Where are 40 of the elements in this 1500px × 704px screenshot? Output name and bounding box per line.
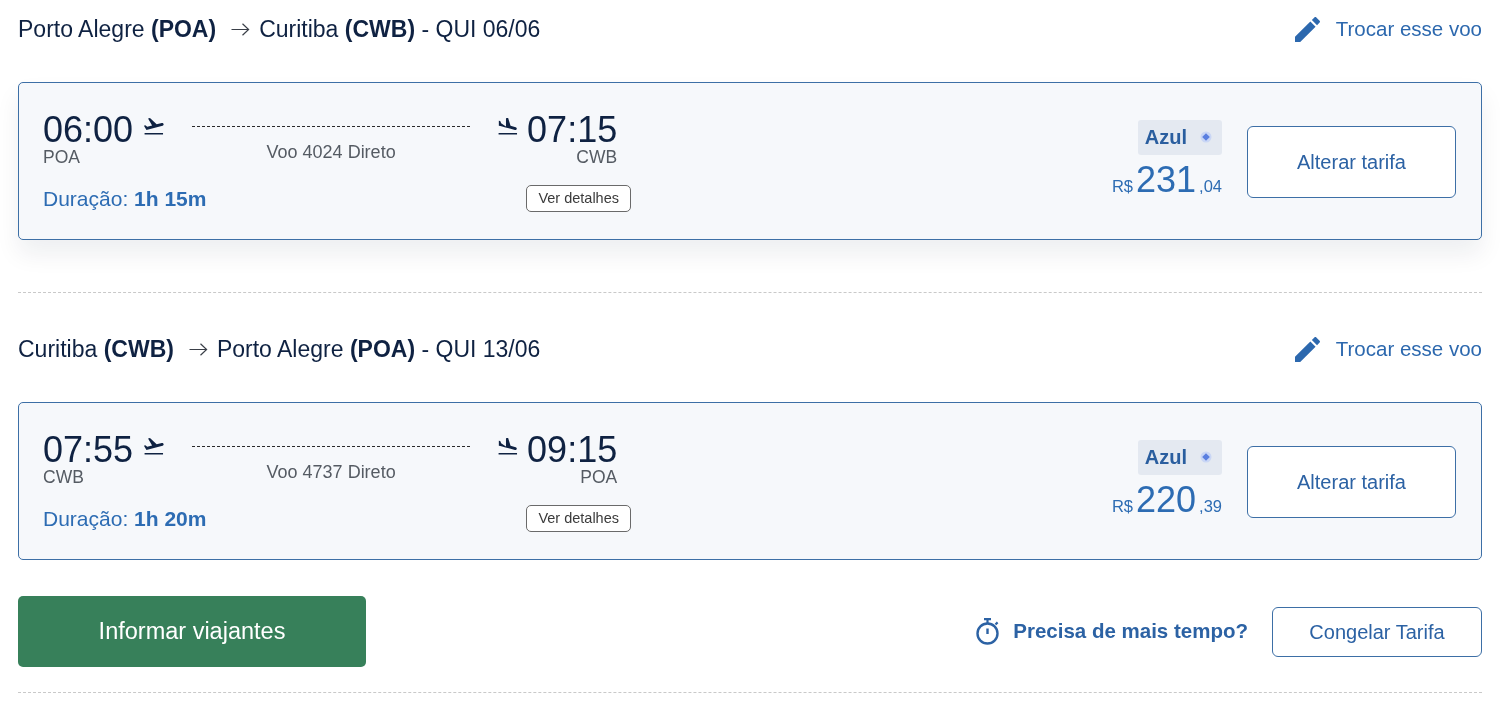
- details-button[interactable]: Ver detalhes: [526, 185, 631, 212]
- more-time-link[interactable]: Precisa de mais tempo?: [1013, 616, 1248, 647]
- flight-info: Voo 4024 Direto: [265, 143, 397, 161]
- route-destination-text: Porto Alegre (POA) - QUI 13/06: [216, 335, 541, 364]
- route-destination-text: Curitiba (CWB) - QUI 06/06: [259, 15, 541, 44]
- airline-name: Azul: [1144, 125, 1187, 150]
- departure-airport: POA: [43, 147, 80, 167]
- stopwatch-icon: [975, 618, 1001, 645]
- change-fare-button[interactable]: Alterar tarifa: [1247, 446, 1456, 518]
- route-origin-text: Porto Alegre (POA): [18, 15, 217, 44]
- diamond-icon: [1200, 131, 1212, 143]
- arrival-airport: POA: [580, 467, 618, 487]
- duration-text: Duração: 1h 15m: [43, 186, 207, 212]
- freeze-fare-button[interactable]: Congelar Tarifa: [1272, 606, 1482, 657]
- departure-airport: CWB: [43, 467, 84, 487]
- inform-travelers-button[interactable]: Informar viajantes: [18, 596, 366, 667]
- diamond-icon: [1200, 451, 1212, 463]
- change-flight-link[interactable]: Trocar esse voo: [1294, 14, 1482, 44]
- departure-time: 07:55: [43, 432, 134, 468]
- fare-price: R$231,04: [1111, 161, 1222, 202]
- plane-takeoff-icon: [143, 118, 166, 135]
- arrow-right-icon: [231, 22, 251, 36]
- duration-text: Duração: 1h 20m: [43, 506, 207, 532]
- change-fare-button[interactable]: Alterar tarifa: [1247, 126, 1456, 198]
- plane-landing-icon: [497, 438, 520, 455]
- pencil-icon: [1294, 16, 1320, 42]
- change-flight-link[interactable]: Trocar esse voo: [1294, 334, 1482, 364]
- arrival-time: 07:15: [527, 112, 618, 148]
- pencil-icon: [1294, 336, 1320, 362]
- arrival-airport: CWB: [576, 147, 618, 167]
- arrow-right-icon: [188, 342, 208, 356]
- plane-takeoff-icon: [143, 438, 166, 455]
- arrival-time: 09:15: [527, 432, 618, 468]
- flight-info: Voo 4737 Direto: [265, 463, 397, 481]
- airline-name: Azul: [1144, 445, 1187, 470]
- fare-price: R$220,39: [1111, 481, 1222, 522]
- departure-time: 06:00: [43, 112, 134, 148]
- route-origin-text: Curitiba (CWB): [18, 335, 174, 364]
- plane-landing-icon: [497, 118, 520, 135]
- details-button[interactable]: Ver detalhes: [526, 505, 631, 532]
